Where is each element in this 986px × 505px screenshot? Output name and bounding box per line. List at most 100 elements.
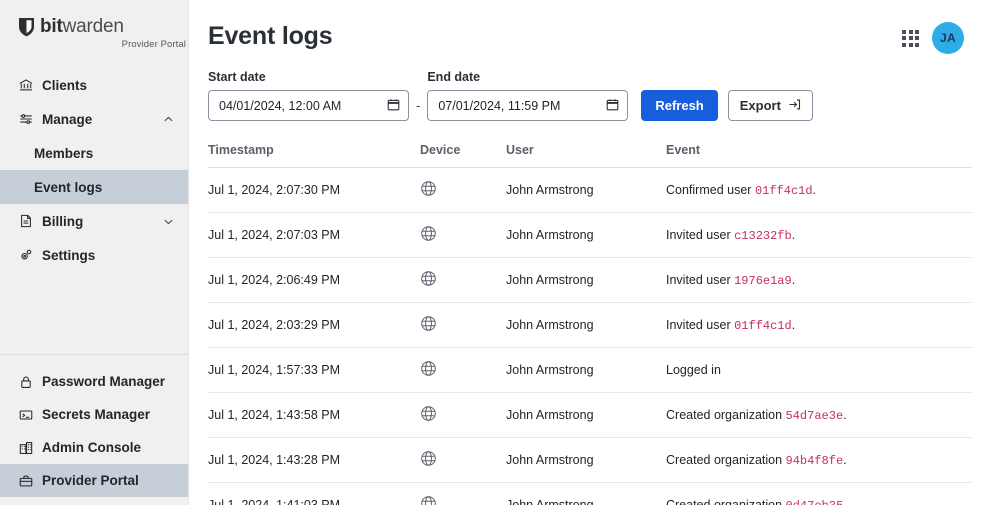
cell-user: John Armstrong xyxy=(506,302,666,348)
bank-icon xyxy=(18,78,33,93)
export-arrow-icon xyxy=(788,98,801,114)
event-suffix: . xyxy=(812,182,817,197)
avatar[interactable]: JA xyxy=(932,22,964,54)
table-row[interactable]: Jul 1, 2024, 2:07:30 PM John Armstrong Con… xyxy=(208,167,972,213)
cell-timestamp: Jul 1, 2024, 1:43:58 PM xyxy=(208,392,420,438)
cell-device xyxy=(420,212,506,258)
cell-timestamp: Jul 1, 2024, 2:03:29 PM xyxy=(208,302,420,348)
calendar-icon[interactable] xyxy=(387,98,400,114)
cell-event: Logged in xyxy=(666,347,972,393)
column-header-timestamp: Timestamp xyxy=(208,143,420,168)
shield-icon xyxy=(18,16,35,37)
cell-device xyxy=(420,302,506,348)
cell-event: Invited user 01ff4c1d. xyxy=(666,302,972,348)
cell-device xyxy=(420,347,506,393)
brand-name-bold: bit xyxy=(40,16,63,37)
sidebar-item-password-manager[interactable]: Password Manager xyxy=(0,365,188,398)
lock-icon xyxy=(18,374,33,389)
terminal-icon xyxy=(18,407,33,422)
end-date-label: End date xyxy=(427,70,481,84)
refresh-button[interactable]: Refresh xyxy=(641,90,718,121)
table-body: Jul 1, 2024, 2:07:30 PM John Armstrong Con… xyxy=(208,167,972,505)
calendar-icon[interactable] xyxy=(606,98,619,114)
event-entity-id: 0d47eb35 xyxy=(786,499,844,505)
cell-device xyxy=(420,257,506,303)
cell-event: Created organization 94b4f8fe. xyxy=(666,437,972,483)
invoice-icon xyxy=(18,214,33,229)
chevron-down-icon[interactable] xyxy=(162,215,174,227)
event-entity-id: c13232fb xyxy=(734,228,792,243)
chevron-up-icon[interactable] xyxy=(162,113,174,125)
globe-browser-icon xyxy=(420,226,437,245)
sidebar-item-settings[interactable]: Settings xyxy=(0,238,188,272)
sidebar-item-members[interactable]: Members xyxy=(0,136,188,170)
page-title: Event logs xyxy=(208,22,333,50)
event-entity-id: 54d7ae3e xyxy=(785,408,844,423)
start-date-input[interactable]: 04/01/2024, 12:00 AM xyxy=(208,90,409,121)
event-logs-table-container: Timestamp Device User Event Jul 1, 2024,… xyxy=(189,121,986,505)
event-description: Invited user xyxy=(666,227,735,242)
event-entity-id: 94b4f8fe xyxy=(785,453,844,468)
event-suffix: . xyxy=(843,497,847,505)
end-date-input[interactable]: 07/01/2024, 11:59 PM xyxy=(427,90,629,121)
briefcase-icon xyxy=(18,473,33,488)
cell-user: John Armstrong xyxy=(506,212,666,258)
event-description: Created organization xyxy=(666,407,786,422)
table-row[interactable]: Jul 1, 2024, 1:41:03 PM John Armstrong Cre… xyxy=(208,482,972,505)
globe-browser-icon xyxy=(420,181,437,200)
sidebar-nav-products: Password Manager Secrets Manager Admin C… xyxy=(0,354,188,505)
event-entity-id: 01ff4c1d xyxy=(734,318,792,333)
start-date-label: Start date xyxy=(208,70,266,84)
cell-timestamp: Jul 1, 2024, 1:41:03 PM xyxy=(208,482,420,505)
event-description: Invited user xyxy=(666,272,735,287)
event-suffix: . xyxy=(843,407,847,422)
event-description: Logged in xyxy=(666,363,721,377)
event-description: Invited user xyxy=(666,317,735,332)
export-button[interactable]: Export xyxy=(727,90,813,121)
cell-device xyxy=(420,392,506,438)
cell-user: John Armstrong xyxy=(506,167,666,213)
sidebar-item-clients[interactable]: Clients xyxy=(0,68,188,102)
sidebar-item-secrets-manager[interactable]: Secrets Manager xyxy=(0,398,188,431)
brand-wordmark: bitwarden xyxy=(40,17,124,36)
table-row[interactable]: Jul 1, 2024, 2:03:29 PM John Armstrong Inv… xyxy=(208,302,972,348)
table-row[interactable]: Jul 1, 2024, 1:43:58 PM John Armstrong Cre… xyxy=(208,392,972,438)
end-date-field: End date 07/01/2024, 11:59 PM xyxy=(427,70,629,121)
event-entity-id: 1976e1a9 xyxy=(734,273,792,288)
cell-event: Invited user c13232fb. xyxy=(666,212,972,258)
sidebar-item-provider-portal[interactable]: Provider Portal xyxy=(0,464,188,497)
cell-event: Created organization 54d7ae3e. xyxy=(666,392,972,438)
table-head: Timestamp Device User Event xyxy=(208,143,972,168)
cell-user: John Armstrong xyxy=(506,347,666,393)
start-date-value: 04/01/2024, 12:00 AM xyxy=(219,98,342,113)
sidebar-item-billing[interactable]: Billing xyxy=(0,204,188,238)
brand-name-rest: warden xyxy=(62,16,124,37)
table-row[interactable]: Jul 1, 2024, 2:07:03 PM John Armstrong Inv… xyxy=(208,212,972,258)
table-row[interactable]: Jul 1, 2024, 1:57:33 PM John Armstrong Log… xyxy=(208,347,972,393)
apps-grid-icon[interactable] xyxy=(902,29,919,47)
cell-device xyxy=(420,167,506,213)
globe-browser-icon xyxy=(420,271,437,290)
cell-timestamp: Jul 1, 2024, 1:43:28 PM xyxy=(208,437,420,483)
sidebar-item-label: Members xyxy=(34,145,94,161)
table-row[interactable]: Jul 1, 2024, 1:43:28 PM John Armstrong Cre… xyxy=(208,437,972,483)
sidebar-nav-primary: Clients Manage Members Event logs Billin… xyxy=(0,64,188,272)
column-header-user: User xyxy=(506,143,666,168)
buildings-icon xyxy=(18,440,33,455)
brand-logo[interactable]: bitwarden Provider Portal xyxy=(0,0,188,64)
sidebar-item-event-logs[interactable]: Event logs xyxy=(0,170,188,204)
sidebar-item-label: Clients xyxy=(42,77,88,93)
sidebar-item-label: Provider Portal xyxy=(42,473,139,488)
start-date-field: Start date 04/01/2024, 12:00 AM xyxy=(208,70,409,121)
globe-browser-icon xyxy=(420,361,437,380)
event-suffix: . xyxy=(791,272,796,287)
header-actions: JA xyxy=(902,16,964,54)
sidebar-item-admin-console[interactable]: Admin Console xyxy=(0,431,188,464)
sidebar-item-manage[interactable]: Manage xyxy=(0,102,188,136)
table-row[interactable]: Jul 1, 2024, 2:06:49 PM John Armstrong Inv… xyxy=(208,257,972,303)
globe-browser-icon xyxy=(420,451,437,470)
cell-user: John Armstrong xyxy=(506,392,666,438)
event-logs-table: Timestamp Device User Event Jul 1, 2024,… xyxy=(208,143,972,505)
event-entity-id: 01ff4c1d xyxy=(754,183,813,198)
